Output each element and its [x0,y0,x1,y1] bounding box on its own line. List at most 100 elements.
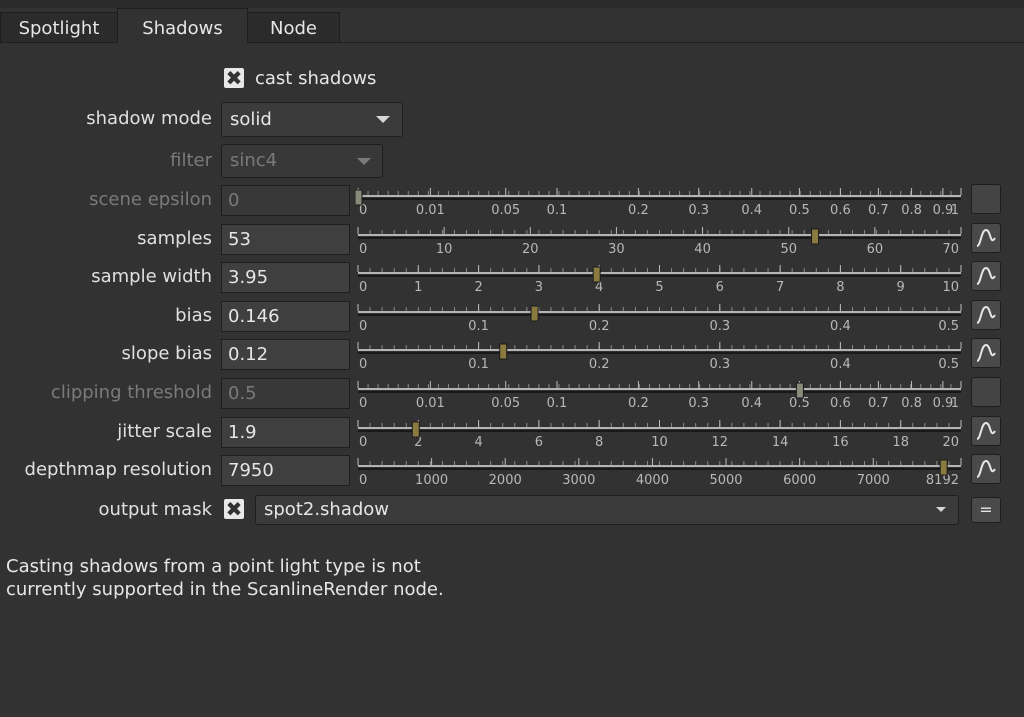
knob-row-sample-width: sample width 3.95 0 1 2 3 4 5 6 7 8 9 10 [0,260,1024,294]
chevron-down-icon [357,158,371,165]
slider-handle[interactable] [499,343,508,360]
slider-tick-label: 9 [897,280,905,294]
knob-row-bias: bias 0.146 0 0.1 0.2 0.3 0.4 0.5 [0,299,1024,333]
slider-tick-label: 0.3 [709,319,730,333]
slider-tick-label: 0.5 [938,319,959,333]
info-note-line-1: Casting shadows from a point light type … [6,556,421,577]
slider-tick-label: 0.7 [868,396,889,410]
animation-curve-button[interactable] [971,416,1001,446]
slider-tick-label: 8 [836,280,844,294]
cast-shadows-checkbox[interactable]: ✖ [224,68,244,88]
curve-icon [976,343,996,362]
tab-shadows[interactable]: Shadows [117,8,248,43]
knob-row-depthmap-resolution: depthmap resolution 7950 0 1000 2000 3000 4000… [0,453,1024,487]
slider-tick-label: 0.5 [938,357,959,371]
slider-handle[interactable] [530,305,539,322]
curve-icon [976,305,996,324]
knob-value-input[interactable]: 0.5 [221,378,350,409]
animation-curve-button[interactable] [971,454,1001,484]
tab-node[interactable]: Node [247,12,340,42]
slider-tick-label: 0.2 [628,396,649,410]
slider-tick-label: 0.8 [901,203,922,217]
slider-tick-label: 10 [436,242,453,256]
slider-tick-label: 3 [535,280,543,294]
slider-tick-label: 0.4 [830,357,851,371]
slider-tick-label: 20 [522,242,539,256]
filter-dropdown[interactable]: sinc4 [221,144,383,178]
animation-curve-button[interactable] [971,300,1001,330]
knob-slider[interactable]: 0 0.01 0.05 0.1 0.2 0.3 0.4 0.5 0.6 0.7 0.8 0.9 1 [355,376,967,410]
tab-spotlight[interactable]: Spotlight [0,12,118,42]
slider-tick-label: 0 [359,242,367,256]
shadow-mode-dropdown[interactable]: solid [221,102,403,137]
slider-tick-label: 4 [474,435,482,449]
slider-handle[interactable] [411,421,420,438]
knob-slider[interactable]: 0 0.1 0.2 0.3 0.4 0.5 [355,337,967,371]
slider-tick-label: 7000 [857,473,890,487]
slider-handle[interactable] [939,459,948,476]
knob-slider[interactable]: 0 1000 2000 3000 4000 5000 6000 7000 8192 [355,453,967,487]
slider-tick-label: 0.01 [416,396,445,410]
slider-tick-label: 0.5 [789,203,810,217]
output-mask-value: spot2.shadow [264,499,390,520]
slider-tick-label: 0.6 [830,203,851,217]
slider-tick-label: 30 [608,242,625,256]
knob-slider[interactable]: 0 10 20 30 40 50 60 70 [355,222,967,256]
slider-tick-label: 2000 [489,473,522,487]
knob-value-input[interactable]: 1.9 [221,417,350,448]
knob-label: sample width [91,266,212,287]
knob-value-input[interactable]: 53 [221,224,350,255]
knob-value-input[interactable]: 0.12 [221,339,350,370]
slider-tick-label: 0.01 [416,203,445,217]
slider-handle[interactable] [795,382,804,399]
slider-tick-label: 0.3 [688,203,709,217]
slider-tick-label: 6000 [783,473,816,487]
knob-slider[interactable]: 0 1 2 3 4 5 6 7 8 9 10 [355,260,967,294]
slider-tick-label: 0.3 [709,357,730,371]
slider-tick-label: 0.1 [468,319,489,333]
knob-value-input[interactable]: 3.95 [221,262,350,293]
knob-value-input[interactable]: 0 [221,185,350,216]
info-note: Casting shadows from a point light type … [6,555,444,601]
animation-curve-button[interactable] [971,223,1001,253]
slider-tick-label: 14 [772,435,789,449]
output-mask-menu-button[interactable]: = [971,497,1001,523]
knob-value-input[interactable]: 7950 [221,455,350,486]
slider-handle[interactable] [811,228,820,245]
shadow-mode-label: shadow mode [86,108,212,129]
knob-slider[interactable]: 0 2 4 6 8 10 12 14 16 18 20 [355,415,967,449]
animation-curve-button[interactable] [971,377,1001,407]
knob-label: scene epsilon [89,189,212,210]
curve-icon [976,421,996,440]
slider-tick-label: 0.3 [688,396,709,410]
slider-tick-label: 0.7 [868,203,889,217]
curve-icon [976,228,996,247]
slider-tick-label: 6 [716,280,724,294]
slider-tick-label: 0.4 [741,396,762,410]
slider-tick-label: 18 [892,435,909,449]
knob-label: slope bias [121,343,212,364]
slider-tick-label: 0.4 [830,319,851,333]
knob-slider[interactable]: 0 0.1 0.2 0.3 0.4 0.5 [355,299,967,333]
slider-tick-label: 70 [942,242,959,256]
slider-tick-label: 2 [474,280,482,294]
slider-tick-label: 0 [359,396,367,410]
output-mask-checkbox[interactable]: ✖ [224,499,244,519]
knob-value-input[interactable]: 0.146 [221,301,350,332]
knob-slider[interactable]: 0 0.01 0.05 0.1 0.2 0.3 0.4 0.5 0.6 0.7 0.8 0.9 1 [355,183,967,217]
animation-curve-button[interactable] [971,184,1001,214]
slider-tick-label: 1 [951,203,959,217]
output-mask-dropdown[interactable]: spot2.shadow [255,495,959,525]
shadow-mode-row: shadow mode solid [0,102,1024,137]
slider-tick-label: 0.1 [547,396,568,410]
animation-curve-button[interactable] [971,261,1001,291]
slider-tick-label: 0.1 [468,357,489,371]
slider-tick-label: 6 [535,435,543,449]
slider-handle[interactable] [592,266,601,283]
output-mask-row: output mask ✖ spot2.shadow [0,493,1024,527]
animation-curve-button[interactable] [971,338,1001,368]
slider-handle[interactable] [355,189,363,206]
slider-tick-label: 50 [780,242,797,256]
slider-tick-label: 0.05 [491,203,520,217]
slider-tick-label: 1 [414,280,422,294]
